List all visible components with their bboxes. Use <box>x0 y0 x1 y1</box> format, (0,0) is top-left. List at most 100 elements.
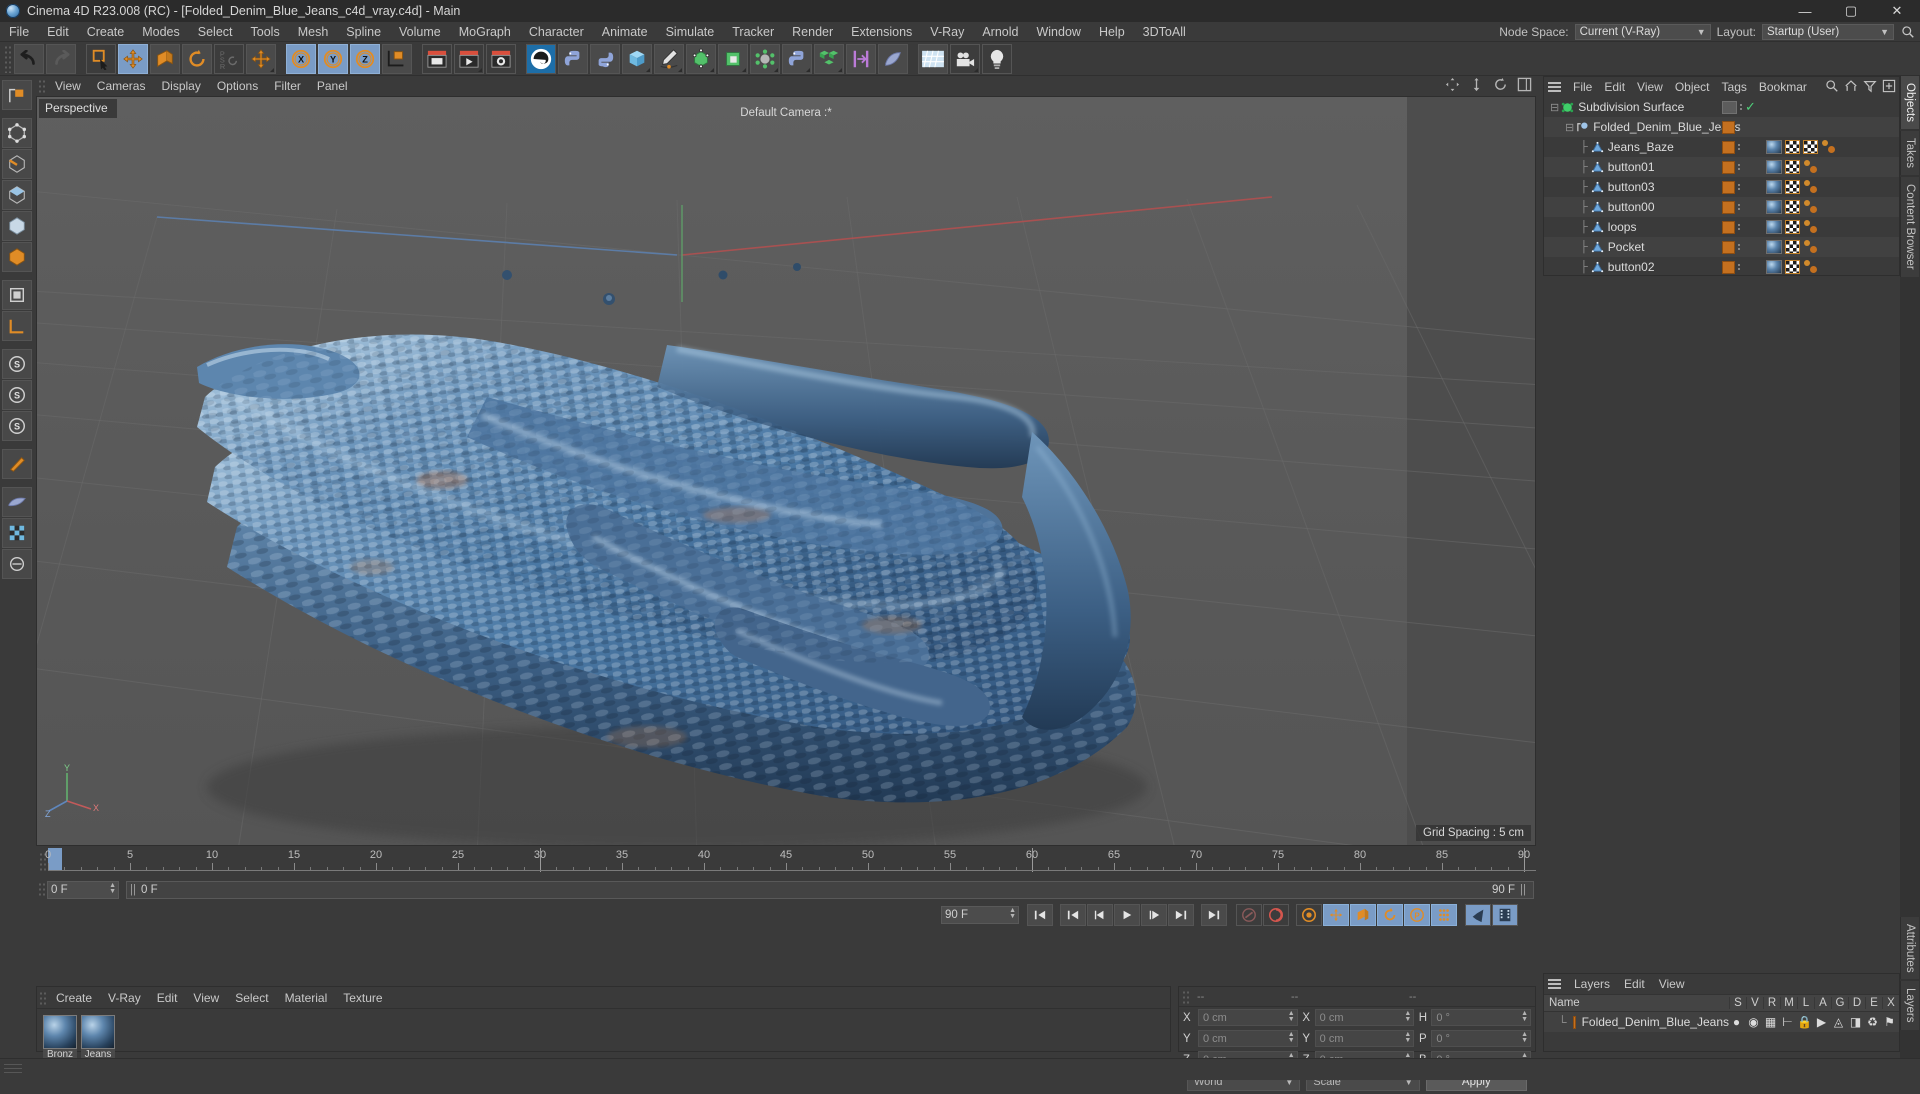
lock-icon[interactable]: 🔒 <box>1797 1015 1812 1029</box>
coord-field-rotation-p[interactable]: 0 ° ▲▼ <box>1431 1030 1531 1047</box>
redo-button[interactable] <box>46 44 76 74</box>
material-tag-icon[interactable] <box>1766 200 1782 214</box>
viewport-canvas[interactable]: Perspective Default Camera :* Grid Spaci… <box>36 96 1536 846</box>
go-to-end-button[interactable] <box>1201 904 1227 926</box>
object-color-tag[interactable] <box>1722 141 1735 154</box>
layer-col-v[interactable]: V <box>1746 997 1763 1009</box>
hamburger-icon[interactable] <box>1548 82 1561 92</box>
object-color-tag[interactable] <box>1722 121 1735 134</box>
tab-objects[interactable]: Objects <box>1900 76 1919 129</box>
python-generator-button[interactable] <box>590 44 620 74</box>
object-dots-icon[interactable] <box>1738 244 1740 250</box>
enable-axis-button[interactable]: S <box>2 349 32 379</box>
object-color-tag[interactable] <box>1722 261 1735 274</box>
tab-layers[interactable]: Layers <box>1900 981 1919 1030</box>
timeline-ruler[interactable]: 051015202530354045505560657075808590 <box>48 848 1536 876</box>
viewport-menu-panel[interactable]: Panel <box>309 76 356 96</box>
layer-col-m[interactable]: M <box>1780 997 1797 1009</box>
minimize-button[interactable]: — <box>1782 0 1828 22</box>
playback-sound-button[interactable] <box>1465 904 1491 926</box>
menu-item-animate[interactable]: Animate <box>593 22 657 42</box>
go-to-start-button[interactable] <box>1027 904 1053 926</box>
menu-item-extensions[interactable]: Extensions <box>842 22 921 42</box>
manager-icon[interactable]: ⊢ <box>1780 1015 1795 1029</box>
menu-item-render[interactable]: Render <box>783 22 842 42</box>
tab-content-browser[interactable]: Content Browser <box>1900 177 1919 277</box>
material-item-bronze[interactable]: Bronz <box>43 1015 77 1060</box>
object-row[interactable]: ├button03 <box>1544 177 1899 197</box>
viewport-menu-filter[interactable]: Filter <box>266 76 309 96</box>
deformers-icon[interactable]: ◨ <box>1848 1015 1863 1029</box>
layer-row[interactable]: └ Folded_Denim_Blue_Jeans ● ◉ ▦ ⊢ 🔒 ▶ ◬ … <box>1544 1012 1899 1032</box>
menu-item-help[interactable]: Help <box>1090 22 1134 42</box>
spinner-icon[interactable]: ▲▼ <box>109 883 116 895</box>
search-icon[interactable] <box>1900 24 1916 40</box>
maximize-view-icon[interactable] <box>1517 77 1532 95</box>
node-space-dropdown[interactable]: Current (V-Ray) ▼ <box>1575 24 1711 40</box>
spinner-icon[interactable]: ▲▼ <box>1521 1032 1528 1044</box>
menu-item-volume[interactable]: Volume <box>390 22 450 42</box>
phong-tag-icon[interactable] <box>1803 220 1819 234</box>
lock-z-axis-button[interactable]: Z <box>350 44 380 74</box>
layout-dropdown[interactable]: Startup (User) ▼ <box>1762 24 1894 40</box>
render-region-button[interactable] <box>454 44 484 74</box>
autokeying-button[interactable] <box>1263 904 1289 926</box>
xref-icon[interactable]: ⚑ <box>1882 1015 1897 1029</box>
object-dots-icon[interactable] <box>1738 184 1740 190</box>
menu-item-vray[interactable]: V-Ray <box>921 22 973 42</box>
hamburger-icon[interactable] <box>1548 979 1561 989</box>
pen-spline-button[interactable] <box>654 44 684 74</box>
rotate-view-icon[interactable] <box>1493 77 1508 95</box>
psr-tool-button[interactable]: PSR <box>214 44 244 74</box>
light-button[interactable] <box>982 44 1012 74</box>
uv-mesh-button[interactable] <box>2 487 32 517</box>
object-color-tag[interactable] <box>1722 241 1735 254</box>
layer-color-swatch[interactable] <box>1573 1016 1576 1029</box>
layer-col-e[interactable]: E <box>1865 997 1882 1009</box>
render-settings-button[interactable] <box>486 44 516 74</box>
material-tag-icon[interactable] <box>1766 260 1782 274</box>
object-row[interactable]: ├button01 <box>1544 157 1899 177</box>
move-tool-button[interactable] <box>118 44 148 74</box>
uv-tag-icon[interactable] <box>1785 220 1800 234</box>
coord-field-position-y[interactable]: 0 cm ▲▼ <box>1198 1030 1298 1047</box>
solo-dot-icon[interactable]: ● <box>1729 1015 1744 1029</box>
tab-takes[interactable]: Takes <box>1900 131 1919 175</box>
layer-menu-layers[interactable]: Layers <box>1567 974 1617 994</box>
material-item-jeans[interactable]: Jeans <box>81 1015 115 1060</box>
animation-icon[interactable]: ▶ <box>1814 1015 1829 1029</box>
menu-item-mesh[interactable]: Mesh <box>289 22 338 42</box>
go-to-next-key-button[interactable] <box>1168 904 1194 926</box>
phong-tag-icon[interactable] <box>1803 200 1819 214</box>
maximize-button[interactable]: ▢ <box>1828 0 1874 22</box>
object-dots-icon[interactable] <box>1738 164 1740 170</box>
object-menu-edit[interactable]: Edit <box>1598 77 1631 97</box>
end-frame-field[interactable]: 90 F ▲▼ <box>941 906 1019 924</box>
object-row[interactable]: ├loops <box>1544 217 1899 237</box>
coord-field-position-x[interactable]: 0 cm ▲▼ <box>1198 1009 1298 1026</box>
object-menu-tags[interactable]: Tags <box>1716 77 1753 97</box>
check-icon[interactable]: ✓ <box>1745 99 1756 115</box>
key-scale-button[interactable] <box>1350 904 1376 926</box>
layer-col-x[interactable]: X <box>1882 997 1899 1009</box>
menu-item-create[interactable]: Create <box>78 22 134 42</box>
python-script-button[interactable] <box>558 44 588 74</box>
material-tag-icon[interactable] <box>1766 160 1782 174</box>
object-row[interactable]: ├Pocket <box>1544 237 1899 257</box>
uv-tag-icon[interactable] <box>1803 140 1818 154</box>
camera-button[interactable] <box>950 44 980 74</box>
grid-plane-button[interactable] <box>918 44 948 74</box>
spinner-icon[interactable]: ▲▼ <box>1404 1032 1411 1044</box>
scale-tool-button[interactable] <box>150 44 180 74</box>
menu-item-window[interactable]: Window <box>1027 22 1089 42</box>
texture-axis-tool-button[interactable] <box>2 80 32 110</box>
status-grip[interactable] <box>4 1064 22 1076</box>
key-parameter-button[interactable]: P <box>1404 904 1430 926</box>
undo-button[interactable] <box>14 44 44 74</box>
menu-item-spline[interactable]: Spline <box>337 22 390 42</box>
menu-item-character[interactable]: Character <box>520 22 593 42</box>
quantize-button[interactable]: S <box>2 411 32 441</box>
uv-tag-icon[interactable] <box>1785 260 1800 274</box>
layer-col-a[interactable]: A <box>1814 997 1831 1009</box>
layer-col-d[interactable]: D <box>1848 997 1865 1009</box>
